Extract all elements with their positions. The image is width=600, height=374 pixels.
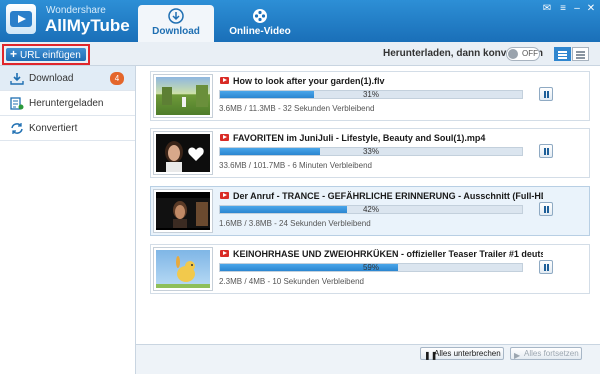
tab-online-video-label: Online-Video bbox=[229, 26, 291, 37]
download-status: 1.6MB / 3.8MB - 24 Sekunden Verbleibend bbox=[219, 219, 371, 228]
video-title: KEINOHRHASE UND ZWEIOHRKÜKEN - offiziell… bbox=[233, 249, 543, 259]
sidebar-item-downloaded[interactable]: Heruntergeladen bbox=[0, 91, 135, 116]
pause-button[interactable] bbox=[539, 202, 553, 216]
sidebar: Download 4 Heruntergeladen Konvertiert bbox=[0, 66, 136, 374]
feedback-icon[interactable]: ✉ bbox=[540, 3, 554, 15]
pause-all-label: Alles unterbrechen bbox=[434, 349, 501, 358]
sidebar-item-converted[interactable]: Konvertiert bbox=[0, 116, 135, 141]
detail-view-button[interactable] bbox=[572, 47, 589, 61]
video-title: Der Anruf - TRANCE - GEFÄHRLICHE ERINNER… bbox=[233, 191, 543, 201]
plus-icon: + bbox=[10, 47, 18, 61]
brand-name: AllMyTube bbox=[45, 16, 130, 35]
downloaded-list-icon bbox=[10, 97, 24, 110]
tab-online-video[interactable]: Online-Video bbox=[222, 5, 298, 42]
download-row[interactable]: Der Anruf - TRANCE - GEFÄHRLICHE ERINNER… bbox=[150, 186, 590, 236]
pause-all-button[interactable]: ❚❚ Alles unterbrechen bbox=[420, 347, 504, 360]
list-view-button[interactable] bbox=[554, 47, 571, 61]
footer-bar: ❚❚ Alles unterbrechen ▶ Alles fortsetzen bbox=[136, 344, 600, 374]
video-thumbnail bbox=[154, 132, 212, 174]
progress-bar: 42% bbox=[219, 205, 523, 214]
sidebar-item-label: Konvertiert bbox=[29, 123, 78, 134]
progress-bar: 59% bbox=[219, 263, 523, 272]
download-count-badge: 4 bbox=[110, 72, 124, 85]
brand-vendor: Wondershare bbox=[46, 5, 106, 16]
pause-button[interactable] bbox=[539, 87, 553, 101]
download-row[interactable]: KEINOHRHASE UND ZWEIOHRKÜKEN - offiziell… bbox=[150, 244, 590, 294]
download-arrow-icon bbox=[10, 72, 24, 85]
youtube-icon bbox=[220, 192, 229, 199]
resume-all-label: Alles fortsetzen bbox=[524, 349, 579, 358]
download-status: 33.6MB / 101.7MB - 6 Minuten Verbleibend bbox=[219, 161, 372, 170]
download-row[interactable]: FAVORITEN im JuniJuli - Lifestyle, Beaut… bbox=[150, 128, 590, 178]
film-reel-icon bbox=[222, 8, 298, 26]
youtube-icon bbox=[220, 77, 229, 84]
download-status: 2.3MB / 4MB - 10 Sekunden Verbleibend bbox=[219, 277, 364, 286]
pause-button[interactable] bbox=[539, 260, 553, 274]
progress-percent: 42% bbox=[362, 205, 379, 214]
pause-all-icon: ❚❚ bbox=[424, 351, 438, 360]
video-thumbnail bbox=[154, 190, 212, 232]
sidebar-item-label: Download bbox=[29, 73, 74, 84]
download-circle-icon bbox=[138, 8, 214, 26]
progress-bar: 31% bbox=[219, 90, 523, 99]
progress-percent: 31% bbox=[362, 90, 379, 99]
progress-percent: 59% bbox=[362, 263, 379, 272]
app-logo-icon bbox=[6, 4, 36, 34]
toolbar: + URL einfügen Herunterladen, dann konver… bbox=[0, 42, 600, 66]
resume-all-button[interactable]: ▶ Alles fortsetzen bbox=[510, 347, 582, 360]
youtube-icon bbox=[220, 250, 229, 257]
video-title: How to look after your garden(1).flv bbox=[233, 76, 385, 86]
pause-button[interactable] bbox=[539, 144, 553, 158]
download-list: How to look after your garden(1).flv 31%… bbox=[136, 66, 600, 344]
paste-url-label: URL einfügen bbox=[20, 50, 81, 61]
toggle-label: OFF bbox=[522, 49, 538, 58]
paste-url-button[interactable]: + URL einfügen bbox=[6, 48, 86, 61]
video-thumbnail bbox=[154, 248, 212, 290]
convert-icon bbox=[10, 122, 24, 135]
download-row[interactable]: How to look after your garden(1).flv 31%… bbox=[150, 71, 590, 121]
close-icon[interactable]: ✕ bbox=[584, 3, 598, 15]
tab-download-label: Download bbox=[152, 26, 200, 37]
sidebar-item-download[interactable]: Download 4 bbox=[0, 66, 135, 91]
minimize-icon[interactable]: – bbox=[570, 3, 584, 15]
tab-download[interactable]: Download bbox=[138, 5, 214, 42]
play-icon: ▶ bbox=[514, 351, 521, 360]
convert-toggle[interactable]: OFF bbox=[506, 47, 540, 61]
video-thumbnail bbox=[154, 75, 212, 117]
title-bar: Wondershare AllMyTube Download Online-Vi… bbox=[0, 0, 600, 42]
url-button-highlight: + URL einfügen bbox=[2, 44, 90, 65]
toggle-knob bbox=[508, 49, 518, 59]
progress-percent: 33% bbox=[362, 147, 379, 156]
youtube-icon bbox=[220, 134, 229, 141]
download-status: 3.6MB / 11.3MB - 32 Sekunden Verbleibend bbox=[219, 104, 375, 113]
progress-bar: 33% bbox=[219, 147, 523, 156]
video-title: FAVORITEN im JuniJuli - Lifestyle, Beaut… bbox=[233, 133, 486, 143]
sidebar-item-label: Heruntergeladen bbox=[29, 98, 104, 109]
menu-icon[interactable]: ≡ bbox=[556, 3, 570, 15]
